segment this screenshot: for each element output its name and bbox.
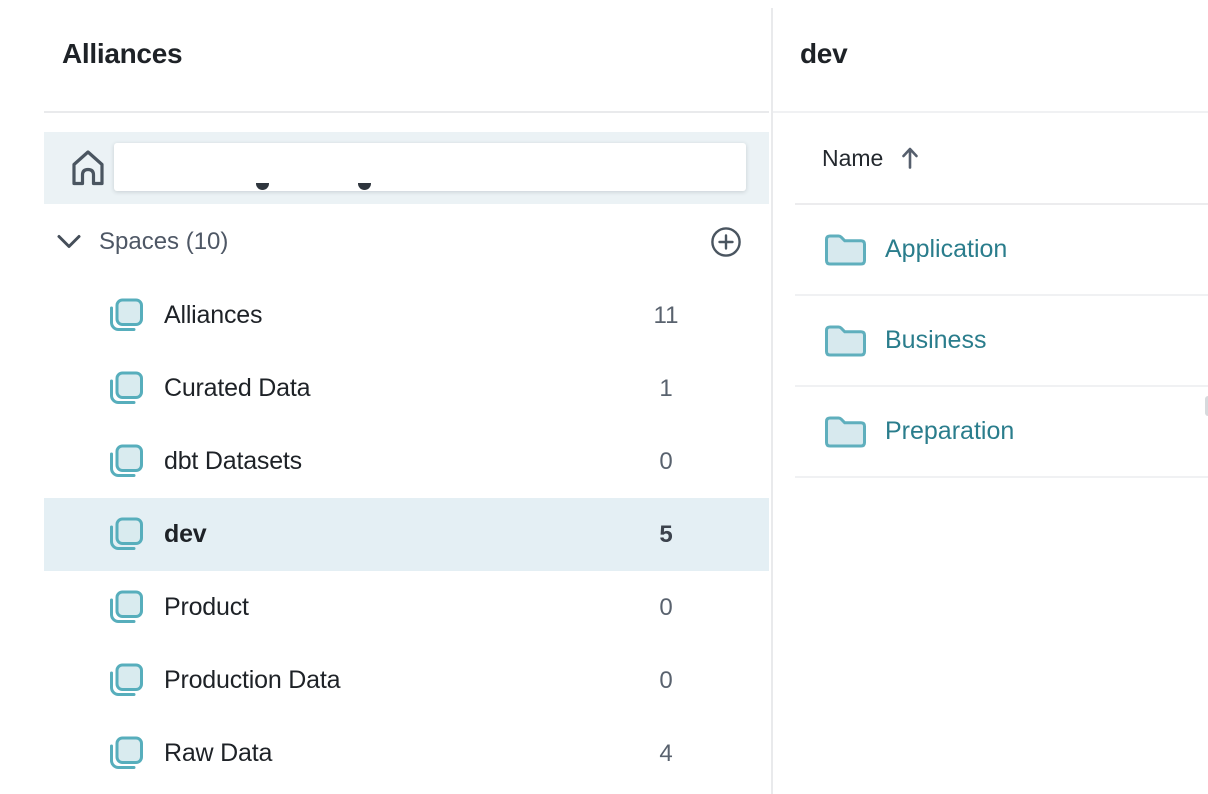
spaces-section-header[interactable]: Spaces (10) — [44, 204, 769, 279]
space-dataset-count: 0 — [631, 448, 701, 476]
space-dataset-count: 0 — [631, 594, 701, 622]
sidebar-space-row[interactable]: Production Data 0 — [44, 644, 769, 717]
sidebar-space-row[interactable]: Curated Data 1 — [44, 352, 769, 425]
space-dataset-count: 4 — [631, 740, 701, 768]
plus-circle-icon — [710, 226, 742, 258]
folder-icon — [823, 322, 868, 359]
folder-link[interactable]: Application — [885, 235, 1007, 264]
space-name: Alliances — [164, 301, 262, 330]
space-dataset-count: 1 — [631, 375, 701, 403]
space-icon — [105, 660, 146, 701]
space-name: dbt Datasets — [164, 447, 302, 476]
chevron-down-icon[interactable] — [56, 229, 82, 255]
space-icon — [105, 733, 146, 774]
table-row[interactable]: Business — [795, 296, 1208, 387]
space-icon — [105, 441, 146, 482]
sidebar-space-row[interactable]: dbt Datasets 0 — [44, 425, 769, 498]
arrow-up-icon — [899, 145, 921, 171]
page-title: dev — [800, 38, 847, 70]
space-name: Production Data — [164, 666, 340, 695]
folder-list: Application Business Preparation — [795, 205, 1208, 478]
folder-link[interactable]: Preparation — [885, 417, 1014, 446]
sidebar-space-row[interactable]: dev 5 — [44, 498, 769, 571]
table-row[interactable]: Preparation — [795, 387, 1208, 478]
sidebar-space-row[interactable]: Product 0 — [44, 571, 769, 644]
folder-icon — [823, 413, 868, 450]
sidebar-title-divider — [44, 111, 769, 113]
name-column-label: Name — [822, 145, 883, 172]
sidebar-title: Alliances — [62, 38, 182, 70]
space-icon — [105, 587, 146, 628]
space-icon — [105, 514, 146, 555]
space-name: Product — [164, 593, 249, 622]
spaces-section-label: Spaces (10) — [99, 228, 228, 256]
space-icon — [105, 295, 146, 336]
spaces-list: Alliances 11 Curated Data 1 dbt Datasets… — [44, 279, 769, 790]
sidebar-item-home[interactable] — [44, 132, 769, 204]
sidebar: Alliances Spaces (10) — [0, 0, 771, 794]
add-space-button[interactable] — [709, 225, 743, 259]
space-name: dev — [164, 520, 206, 549]
space-icon — [105, 368, 146, 409]
space-name: Raw Data — [164, 739, 272, 768]
app-window: Alliances Spaces (10) — [0, 0, 1208, 794]
table-row[interactable]: Application — [795, 205, 1208, 296]
sidebar-space-row[interactable]: Alliances 11 — [44, 279, 769, 352]
space-dataset-count: 0 — [631, 667, 701, 695]
space-dataset-count: 5 — [631, 521, 701, 549]
main-panel: dev Name Application Business — [773, 0, 1208, 794]
folder-icon — [823, 231, 868, 268]
space-dataset-count: 11 — [631, 302, 701, 330]
redacted-text-overlay — [114, 143, 746, 191]
home-icon — [68, 145, 108, 191]
sidebar-space-row[interactable]: Raw Data 4 — [44, 717, 769, 790]
folder-link[interactable]: Business — [885, 326, 986, 355]
name-column-header[interactable]: Name — [795, 113, 1208, 203]
space-name: Curated Data — [164, 374, 310, 403]
